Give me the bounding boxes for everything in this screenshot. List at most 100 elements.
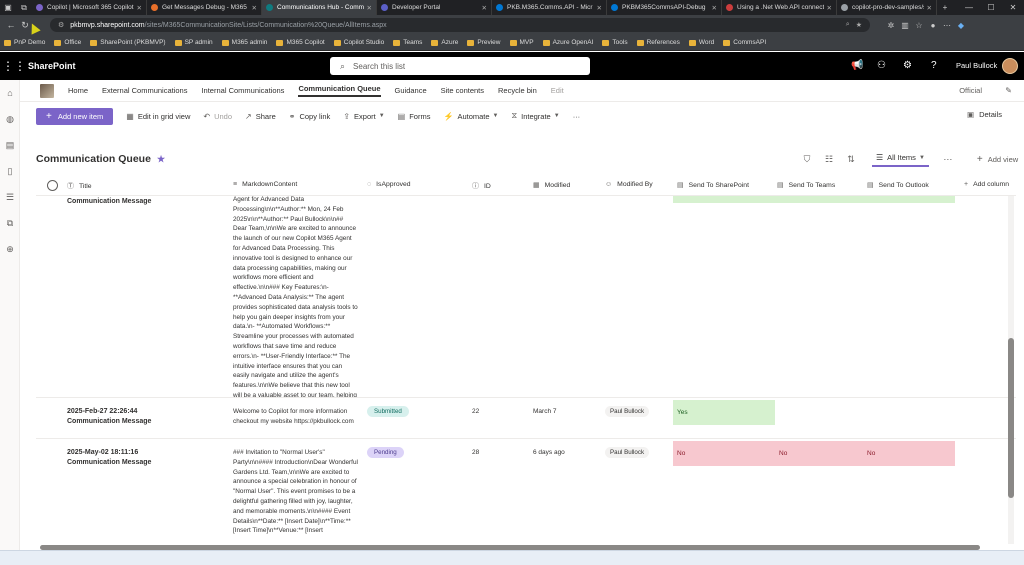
favorite-item[interactable]: MVP xyxy=(509,39,534,46)
group-icon[interactable]: ☷ xyxy=(818,154,840,165)
browser-tab[interactable]: Developer Portal ✕ xyxy=(377,0,492,15)
favorite-item[interactable]: Azure xyxy=(431,39,458,46)
more-options-icon[interactable]: ⋯ xyxy=(937,154,959,165)
sort-icon[interactable]: ⇅ xyxy=(840,154,862,165)
column-send-to-sharepoint[interactable]: ▤ Send To SharePoint xyxy=(677,181,749,190)
home-icon[interactable]: ⌂ xyxy=(0,80,20,106)
select-all-checkbox[interactable] xyxy=(47,180,58,191)
favorite-item[interactable]: SP admin xyxy=(174,39,213,46)
close-tab-icon[interactable]: ✕ xyxy=(712,4,717,12)
browser-tab[interactable]: Using a .Net Web API connect ✕ xyxy=(722,0,837,15)
favorite-item[interactable]: Office xyxy=(54,39,81,46)
favorite-item[interactable]: Preview xyxy=(467,39,501,46)
connections-icon[interactable]: ⚇ xyxy=(877,60,886,71)
favorite-item[interactable]: M365 admin xyxy=(221,39,267,46)
column-send-to-outlook[interactable]: ▤ Send To Outlook xyxy=(867,181,929,190)
nav-edit[interactable]: Edit xyxy=(551,86,564,95)
add-new-item-button[interactable]: + Add new item xyxy=(36,107,114,125)
browser-tab[interactable]: PKB.M365.Comms.API - Micr ✕ xyxy=(492,0,607,15)
back-icon[interactable]: ← xyxy=(4,18,18,32)
send-to-sharepoint-cell[interactable]: No xyxy=(673,441,777,466)
table-row[interactable]: 2025-May-02 18:11:16 Communication Messag… xyxy=(36,440,1016,544)
site-logo[interactable] xyxy=(40,83,54,98)
send-to-sharepoint-cell[interactable]: Yes xyxy=(673,400,775,425)
help-icon[interactable]: ? xyxy=(931,60,937,71)
export-button[interactable]: ⇪ Export ▼ xyxy=(343,112,384,121)
browser-tab[interactable]: Get Messages Debug - M365 ✕ xyxy=(147,0,262,15)
nav-external-communications[interactable]: External Communications xyxy=(102,86,187,95)
favorite-item[interactable]: SharePoint (PKBMVP) xyxy=(90,39,166,46)
search-box[interactable]: ⌕ Search this list xyxy=(330,57,590,75)
close-tab-icon[interactable]: ✕ xyxy=(252,4,257,12)
close-tab-icon[interactable]: ✕ xyxy=(482,4,487,12)
column-id[interactable]: ⓘ ID xyxy=(472,181,491,191)
view-switcher[interactable]: ☰ All Items ▼ xyxy=(872,151,929,167)
browser-tab[interactable]: PKBM365CommsAPI-Debug ✕ xyxy=(607,0,722,15)
edit-pencil-icon[interactable]: ✎ xyxy=(1005,86,1012,95)
sensitivity-label[interactable]: Official xyxy=(959,86,982,95)
address-bar[interactable]: ⚙ pkbmvp.sharepoint.com/sites/M365Commun… xyxy=(50,18,870,32)
person-chip[interactable]: Paul Bullock xyxy=(605,447,650,458)
nav-guidance[interactable]: Guidance xyxy=(395,86,427,95)
vertical-scrollbar[interactable] xyxy=(1008,196,1014,544)
settings-gear-icon[interactable]: ⚙ xyxy=(903,60,912,71)
close-tab-icon[interactable]: ✕ xyxy=(597,4,602,12)
share-button[interactable]: ↗ Share xyxy=(245,112,276,121)
table-row[interactable]: 2025-Feb-27 22:26:44 Communication Messag… xyxy=(36,399,1016,439)
browser-tab-active[interactable]: Communications Hub - Comm ✕ xyxy=(262,0,377,15)
row-title[interactable]: 2025-Feb-27 22:26:44 Communication Messag… xyxy=(67,407,151,427)
nav-internal-communications[interactable]: Internal Communications xyxy=(201,86,284,95)
favorite-item[interactable]: Word xyxy=(688,39,714,46)
minimize-icon[interactable]: — xyxy=(958,3,980,12)
site-info-icon[interactable]: ⚙ xyxy=(58,21,64,29)
zoom-icon[interactable]: ⌕ xyxy=(846,21,850,29)
favorite-star-icon[interactable]: ★ xyxy=(856,21,862,29)
globe-icon[interactable]: ◍ xyxy=(0,106,20,132)
nav-home[interactable]: Home xyxy=(68,86,88,95)
status-badge[interactable]: Pending xyxy=(367,447,404,458)
favorite-item[interactable]: CommsAPI xyxy=(723,39,766,46)
new-tab-icon[interactable]: + xyxy=(937,0,953,15)
add-column-button[interactable]: + Add column xyxy=(964,181,1009,188)
column-title[interactable]: Ⓣ Title xyxy=(67,181,92,191)
row-title[interactable]: Communication Message xyxy=(67,197,151,207)
favorite-item[interactable]: Azure OpenAI xyxy=(542,39,593,46)
column-markdown[interactable]: ≡ MarkdownContent xyxy=(233,181,297,188)
split-screen-icon[interactable]: ▥ xyxy=(898,21,912,30)
send-to-outlook-cell[interactable]: No xyxy=(863,441,955,466)
browser-tab[interactable]: Copilot | Microsoft 365 Copilot ✕ xyxy=(32,0,147,15)
brand-name[interactable]: SharePoint xyxy=(28,61,76,71)
news-icon[interactable]: ▤ xyxy=(0,132,20,158)
send-to-teams-cell[interactable]: No xyxy=(775,441,865,466)
scrollbar-thumb[interactable] xyxy=(1008,338,1014,498)
copy-link-button[interactable]: ⚭ Copy link xyxy=(289,112,331,121)
column-send-to-teams[interactable]: ▤ Send To Teams xyxy=(777,181,835,190)
favorite-item[interactable]: References xyxy=(636,39,680,46)
row-title[interactable]: 2025-May-02 18:11:16 Communication Messag… xyxy=(67,448,151,468)
lists-icon[interactable]: ☰ xyxy=(0,184,20,210)
window-menu-icon[interactable]: ▣ xyxy=(0,0,16,15)
nav-communication-queue[interactable]: Communication Queue xyxy=(298,84,381,97)
extensions-icon[interactable]: ✲ xyxy=(884,21,898,30)
close-window-icon[interactable]: ✕ xyxy=(1002,3,1024,12)
integrate-button[interactable]: ⧖ Integrate ▼ xyxy=(512,111,560,121)
filter-icon[interactable]: ⛉ xyxy=(796,154,818,165)
add-view-button[interactable]: + Add view xyxy=(977,154,1018,165)
profile-icon[interactable]: ● xyxy=(926,21,940,30)
close-tab-icon[interactable]: ✕ xyxy=(367,4,372,12)
close-tab-icon[interactable]: ✕ xyxy=(927,4,932,12)
favorite-star-icon[interactable]: ★ xyxy=(157,154,165,165)
favorite-item[interactable]: Tools xyxy=(602,39,628,46)
more-commands-button[interactable]: ··· xyxy=(573,112,581,121)
details-button[interactable]: ▣ Details xyxy=(967,110,1002,119)
files-icon[interactable]: ▯ xyxy=(0,158,20,184)
tab-actions-icon[interactable]: ⧉ xyxy=(16,0,32,15)
person-chip[interactable]: Paul Bullock xyxy=(605,406,650,417)
column-isapproved[interactable]: ◌ IsApproved xyxy=(367,181,411,188)
nav-site-contents[interactable]: Site contents xyxy=(441,86,484,95)
column-modified[interactable]: ▦ Modified xyxy=(533,181,570,190)
favorite-item[interactable]: M365 Copilot xyxy=(276,39,325,46)
close-tab-icon[interactable]: ✕ xyxy=(827,4,832,12)
create-icon[interactable]: ⊕ xyxy=(0,236,20,262)
undo-button[interactable]: ↶ Undo xyxy=(203,112,232,121)
